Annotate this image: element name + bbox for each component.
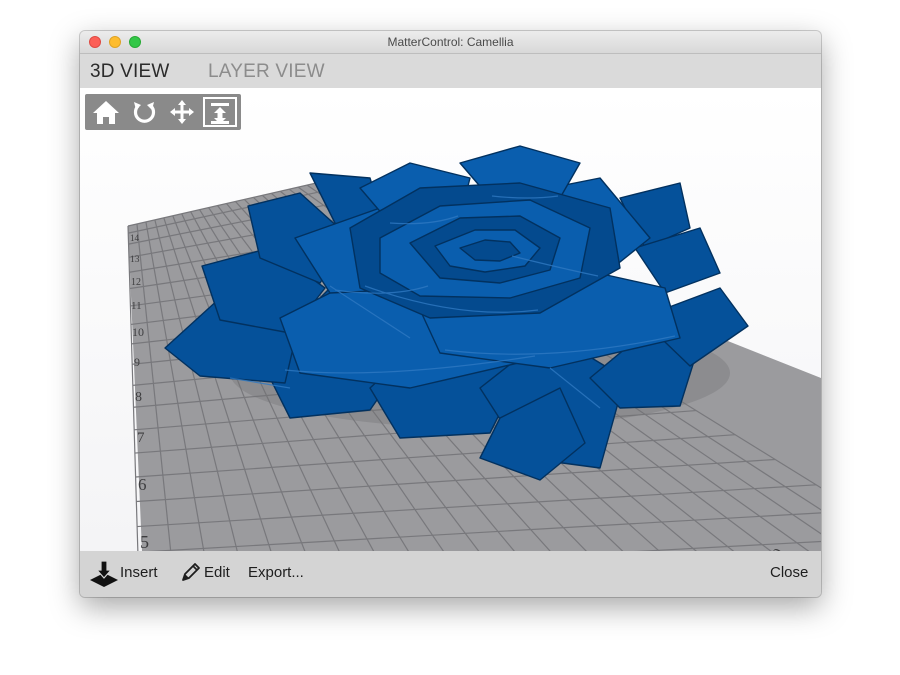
title-bar: MatterControl: Camellia (80, 31, 821, 54)
rotate-view-button[interactable] (127, 97, 161, 127)
view-controls-toolbar (85, 94, 241, 130)
ruler-label: 14 (130, 233, 140, 243)
print-bed-scene: 14 13 12 11 10 9 8 7 6 5 0 (127, 145, 821, 551)
ruler-label: 10 (132, 325, 144, 339)
ruler-label: 5 (140, 532, 149, 551)
ruler-label: 8 (135, 390, 142, 405)
export-button[interactable]: Export... (248, 564, 304, 581)
edit-button[interactable]: Edit (204, 564, 230, 581)
app-window: MatterControl: Camellia 3D VIEW LAYER VI… (80, 31, 821, 597)
move-icon (170, 100, 194, 124)
close-button[interactable]: Close (770, 564, 808, 581)
view-tabs: 3D VIEW LAYER VIEW (80, 54, 821, 88)
bottom-action-bar: Insert Edit Export... Close (80, 551, 821, 597)
move-view-button[interactable] (165, 97, 199, 127)
tab-layer-view[interactable]: LAYER VIEW (208, 61, 325, 83)
home-view-button[interactable] (89, 97, 123, 127)
home-icon (93, 101, 119, 124)
scale-view-button[interactable] (203, 97, 237, 127)
ruler-label: 12 (131, 277, 141, 288)
scale-icon (211, 103, 229, 124)
rotate-icon (133, 102, 156, 123)
window-title: MatterControl: Camellia (387, 35, 514, 49)
tab-3d-view[interactable]: 3D VIEW (90, 61, 170, 83)
ruler-label: 6 (138, 475, 147, 494)
ruler-label: 9 (134, 355, 140, 369)
ruler-label: 7 (137, 430, 145, 446)
3d-viewport[interactable]: 14 13 12 11 10 9 8 7 6 5 0 (80, 88, 821, 551)
insert-button[interactable]: Insert (120, 564, 158, 581)
pencil-icon[interactable] (179, 562, 201, 584)
insert-icon[interactable] (88, 558, 120, 590)
ruler-label: 11 (131, 300, 142, 312)
ruler-label: 13 (130, 255, 140, 265)
